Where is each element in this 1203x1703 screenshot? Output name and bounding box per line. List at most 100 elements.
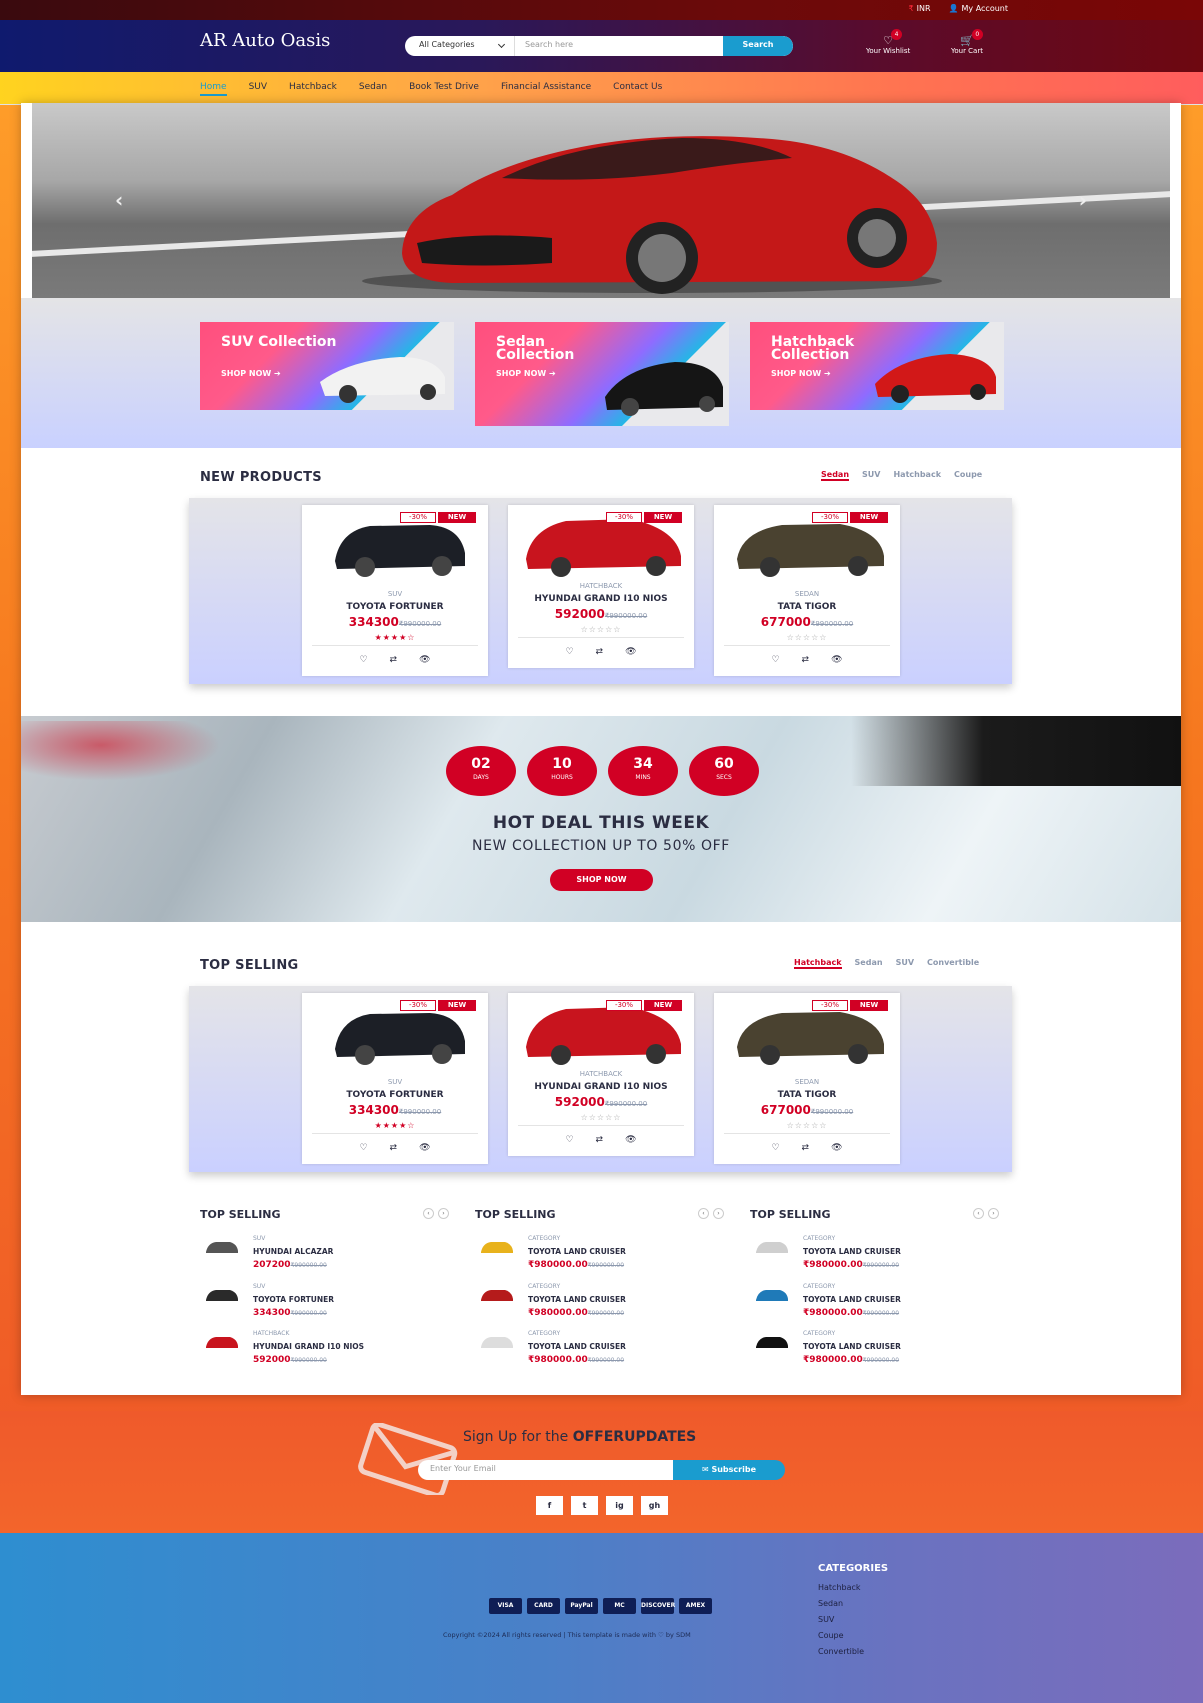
tab-suv[interactable]: SUV xyxy=(862,470,880,481)
product-card[interactable]: -30% NEW SEDAN TATA TIGOR 677000₹990000.… xyxy=(714,505,900,676)
tab-hatchback[interactable]: Hatchback xyxy=(794,958,842,969)
list-item[interactable]: SUV HYUNDAI ALCAZAR 207200₹990000.00 xyxy=(200,1235,460,1275)
tab-suv[interactable]: SUV xyxy=(896,958,914,969)
view-icon[interactable]: 👁 xyxy=(831,655,842,665)
cart-button[interactable]: 🛒 0 Your Cart xyxy=(951,29,983,55)
email-input[interactable]: Enter Your Email xyxy=(418,1460,673,1480)
nav-finance[interactable]: Financial Assistance xyxy=(501,82,591,96)
footer-link-suv[interactable]: SUV xyxy=(818,1615,888,1624)
product-card[interactable]: -30% NEW HATCHBACK HYUNDAI GRAND I10 NIO… xyxy=(508,505,694,668)
product-name[interactable]: HYUNDAI GRAND I10 NIOS xyxy=(253,1342,364,1351)
shop-now-button[interactable]: SHOP NOW xyxy=(550,869,653,891)
account-link[interactable]: 👤 My Account xyxy=(949,4,1008,13)
wishlist-icon[interactable]: ♡ xyxy=(565,647,573,657)
product-name[interactable]: TOYOTA FORTUNER xyxy=(253,1295,334,1304)
subscribe-button[interactable]: ✉ Subscribe xyxy=(673,1460,785,1480)
product-name[interactable]: HYUNDAI GRAND I10 NIOS xyxy=(508,1082,694,1092)
product-name[interactable]: TOYOTA LAND CRUISER xyxy=(803,1342,901,1351)
product-name[interactable]: HYUNDAI GRAND I10 NIOS xyxy=(508,594,694,604)
tab-convertible[interactable]: Convertible xyxy=(927,958,979,969)
rating-stars: ★★★★☆ xyxy=(374,633,416,642)
list-item[interactable]: CATEGORY TOYOTA LAND CRUISER ₹980000.00₹… xyxy=(475,1235,735,1275)
product-name[interactable]: TOYOTA LAND CRUISER xyxy=(803,1295,901,1304)
list-next-button[interactable]: › xyxy=(988,1208,999,1219)
category-select[interactable]: All Categories xyxy=(405,36,515,56)
footer-link-convertible[interactable]: Convertible xyxy=(818,1647,888,1656)
footer-link-hatchback[interactable]: Hatchback xyxy=(818,1583,888,1592)
discount-badge: -30% xyxy=(400,512,436,523)
product-name[interactable]: TOYOTA LAND CRUISER xyxy=(803,1247,901,1256)
list-next-button[interactable]: › xyxy=(438,1208,449,1219)
collection-hatchback[interactable]: Hatchback Collection SHOP NOW ➔ xyxy=(750,322,1004,410)
list-item[interactable]: CATEGORY TOYOTA LAND CRUISER ₹980000.00₹… xyxy=(475,1330,735,1370)
list-item[interactable]: SUV TOYOTA FORTUNER 334300₹990000.00 xyxy=(200,1283,460,1323)
wishlist-icon[interactable]: ♡ xyxy=(359,655,367,665)
logo[interactable]: AR Auto Oasis xyxy=(200,30,330,51)
compare-icon[interactable]: ⇄ xyxy=(596,647,604,657)
tab-coupe[interactable]: Coupe xyxy=(954,470,982,481)
product-card[interactable]: -30% NEW SUV TOYOTA FORTUNER 334300₹9900… xyxy=(302,505,488,676)
wishlist-icon[interactable]: ♡ xyxy=(771,655,779,665)
shop-now-link[interactable]: SHOP NOW ➔ xyxy=(771,369,831,378)
wishlist-icon[interactable]: ♡ xyxy=(771,1143,779,1153)
product-name[interactable]: TOYOTA LAND CRUISER xyxy=(528,1295,626,1304)
nav-suv[interactable]: SUV xyxy=(249,82,267,96)
product-name[interactable]: TATA TIGOR xyxy=(714,1090,900,1100)
twitter-icon[interactable]: t xyxy=(571,1496,598,1515)
nav-sedan[interactable]: Sedan xyxy=(359,82,387,96)
product-card[interactable]: -30% NEW HATCHBACK HYUNDAI GRAND I10 NIO… xyxy=(508,993,694,1156)
product-name[interactable]: HYUNDAI ALCAZAR xyxy=(253,1247,333,1256)
compare-icon[interactable]: ⇄ xyxy=(390,655,398,665)
view-icon[interactable]: 👁 xyxy=(625,647,636,657)
product-price: 677000₹990000.00 xyxy=(760,615,854,629)
list-item[interactable]: CATEGORY TOYOTA LAND CRUISER ₹980000.00₹… xyxy=(750,1235,1010,1275)
collection-sedan[interactable]: Sedan Collection SHOP NOW ➔ xyxy=(475,322,729,426)
list-prev-button[interactable]: ‹ xyxy=(973,1208,984,1219)
shop-now-link[interactable]: SHOP NOW ➔ xyxy=(221,369,281,378)
product-card[interactable]: -30% NEW SUV TOYOTA FORTUNER 334300₹9900… xyxy=(302,993,488,1164)
view-icon[interactable]: 👁 xyxy=(419,1143,430,1153)
search-button[interactable]: Search xyxy=(723,36,793,56)
compare-icon[interactable]: ⇄ xyxy=(802,1143,810,1153)
product-card[interactable]: -30% NEW SEDAN TATA TIGOR 677000₹990000.… xyxy=(714,993,900,1164)
list-prev-button[interactable]: ‹ xyxy=(423,1208,434,1219)
facebook-icon[interactable]: f xyxy=(536,1496,563,1515)
wishlist-icon[interactable]: ♡ xyxy=(565,1135,573,1145)
list-next-button[interactable]: › xyxy=(713,1208,724,1219)
nav-contact[interactable]: Contact Us xyxy=(613,82,662,96)
product-name[interactable]: TOYOTA FORTUNER xyxy=(302,602,488,612)
product-name[interactable]: TOYOTA LAND CRUISER xyxy=(528,1247,626,1256)
compare-icon[interactable]: ⇄ xyxy=(802,655,810,665)
instagram-icon[interactable]: ig xyxy=(606,1496,633,1515)
product-name[interactable]: TOYOTA FORTUNER xyxy=(302,1090,488,1100)
nav-test-drive[interactable]: Book Test Drive xyxy=(409,82,479,96)
tab-sedan[interactable]: Sedan xyxy=(855,958,883,969)
list-item[interactable]: HATCHBACK HYUNDAI GRAND I10 NIOS 592000₹… xyxy=(200,1330,460,1370)
wishlist-icon[interactable]: ♡ xyxy=(359,1143,367,1153)
footer-link-coupe[interactable]: Coupe xyxy=(818,1631,888,1640)
currency-link[interactable]: ₹ INR xyxy=(909,4,931,13)
list-item[interactable]: CATEGORY TOYOTA LAND CRUISER ₹980000.00₹… xyxy=(750,1330,1010,1370)
nav-hatchback[interactable]: Hatchback xyxy=(289,82,337,96)
product-name[interactable]: TATA TIGOR xyxy=(714,602,900,612)
view-icon[interactable]: 👁 xyxy=(419,655,430,665)
wishlist-button[interactable]: ♡ 4 Your Wishlist xyxy=(866,29,910,55)
carousel-next-button[interactable]: › xyxy=(1079,188,1087,212)
compare-icon[interactable]: ⇄ xyxy=(390,1143,398,1153)
carousel-prev-button[interactable]: ‹ xyxy=(115,188,123,212)
footer-link-sedan[interactable]: Sedan xyxy=(818,1599,888,1608)
shop-now-link[interactable]: SHOP NOW ➔ xyxy=(496,369,556,378)
tab-sedan[interactable]: Sedan xyxy=(821,470,850,481)
view-icon[interactable]: 👁 xyxy=(831,1143,842,1153)
compare-icon[interactable]: ⇄ xyxy=(596,1135,604,1145)
search-input[interactable]: Search here xyxy=(515,36,723,56)
github-icon[interactable]: gh xyxy=(641,1496,668,1515)
tab-hatchback[interactable]: Hatchback xyxy=(893,470,941,481)
product-name[interactable]: TOYOTA LAND CRUISER xyxy=(528,1342,626,1351)
list-prev-button[interactable]: ‹ xyxy=(698,1208,709,1219)
view-icon[interactable]: 👁 xyxy=(625,1135,636,1145)
list-item[interactable]: CATEGORY TOYOTA LAND CRUISER ₹980000.00₹… xyxy=(475,1283,735,1323)
collection-suv[interactable]: SUV Collection SHOP NOW ➔ xyxy=(200,322,454,410)
list-item[interactable]: CATEGORY TOYOTA LAND CRUISER ₹980000.00₹… xyxy=(750,1283,1010,1323)
nav-home[interactable]: Home xyxy=(200,82,227,96)
